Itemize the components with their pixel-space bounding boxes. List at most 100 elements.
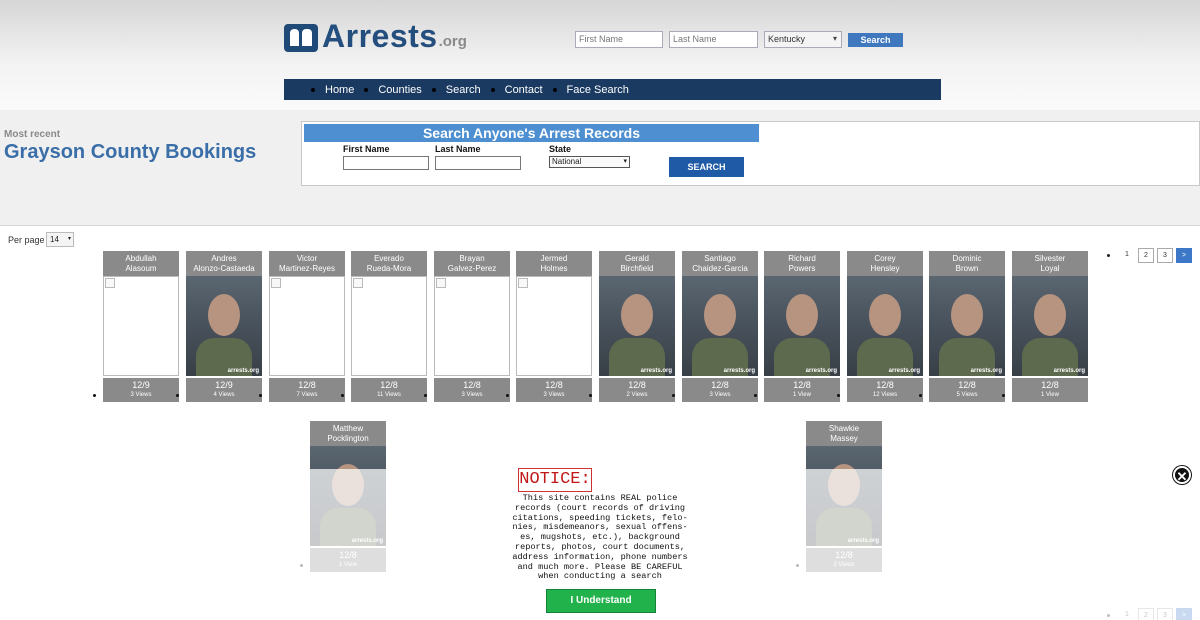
booking-last-name: Holmes: [540, 263, 568, 273]
mugshot-photo[interactable]: arrests.org: [186, 276, 262, 376]
booking-meta[interactable]: 12/8 3 Views: [434, 378, 510, 402]
header-first-name-input[interactable]: First Name: [575, 31, 663, 48]
booking-date: 12/8: [876, 380, 894, 390]
notice-text: This site contains REAL police records (…: [512, 493, 688, 582]
booking-name[interactable]: Silvester Loyal: [1012, 251, 1088, 276]
booking-views: 3 Views: [461, 392, 483, 398]
booking-name[interactable]: Santiago Chaidez-Garcia: [682, 251, 758, 276]
site-header: Arrests .org First Name Last Name Kentuc…: [0, 0, 1200, 110]
booking-card[interactable]: Corey Hensley arrests.org 12/8 12 Views: [847, 251, 923, 402]
mugshot-photo[interactable]: arrests.org: [1012, 276, 1088, 376]
booking-name[interactable]: Richard Powers: [764, 251, 840, 276]
pagination-top: 1 2 3 >: [1107, 248, 1192, 263]
mugshot-photo[interactable]: arrests.org: [764, 276, 840, 376]
nav-counties[interactable]: Counties: [378, 84, 421, 96]
booking-card[interactable]: Andres Alonzo-Castaeda arrests.org 12/9 4 Vi…: [186, 251, 262, 402]
mugshot-photo[interactable]: arrests.org: [929, 276, 1005, 376]
nav-home[interactable]: Home: [325, 84, 354, 96]
booking-name[interactable]: Gerald Birchfield: [599, 251, 675, 276]
booking-card[interactable]: Abdullah Alasoum 12/9 3 Views: [103, 251, 179, 402]
close-icon[interactable]: ✕: [1173, 466, 1191, 484]
booking-name[interactable]: Corey Hensley: [847, 251, 923, 276]
booking-views: 5 Views: [956, 392, 978, 398]
booking-first-name: Everado: [374, 254, 404, 263]
booking-card[interactable]: Dominic Brown arrests.org 12/8 5 Views: [929, 251, 1005, 402]
last-name-input[interactable]: [435, 156, 521, 170]
booking-views: 1 View: [793, 392, 811, 398]
list-bullet: [754, 394, 757, 397]
search-button[interactable]: SEARCH: [669, 157, 744, 177]
booking-meta[interactable]: 12/8 11 Views: [351, 378, 427, 402]
booking-name[interactable]: Andres Alonzo-Castaeda: [186, 251, 262, 276]
booking-card[interactable]: Brayan Galvez-Perez 12/8 3 Views: [434, 251, 510, 402]
header-search-button[interactable]: Search: [848, 33, 903, 47]
mugshot-photo[interactable]: [351, 276, 427, 376]
site-logo[interactable]: Arrests .org: [284, 20, 467, 52]
booking-meta[interactable]: 12/8 1 View: [1012, 378, 1088, 402]
mugshot-photo[interactable]: [516, 276, 592, 376]
booking-meta[interactable]: 12/8 3 Views: [516, 378, 592, 402]
booking-meta[interactable]: 12/8 7 Views: [269, 378, 345, 402]
booking-first-name: Andres: [211, 254, 237, 263]
booking-card[interactable]: Richard Powers arrests.org 12/8 1 View: [764, 251, 840, 402]
booking-meta[interactable]: 12/8 12 Views: [847, 378, 923, 402]
booking-card[interactable]: Santiago Chaidez-Garcia arrests.org 12/8 3 V…: [682, 251, 758, 402]
photo-watermark: arrests.org: [888, 368, 920, 374]
header-last-name-input[interactable]: Last Name: [669, 31, 758, 48]
booking-card[interactable]: Victor Martinez-Reyes 12/8 7 Views: [269, 251, 345, 402]
mugshot-photo[interactable]: [269, 276, 345, 376]
first-name-input[interactable]: [343, 156, 429, 170]
page-3[interactable]: 3: [1157, 248, 1173, 263]
booking-date: 12/8: [380, 380, 398, 390]
page-1[interactable]: 1: [1119, 248, 1135, 263]
booking-name[interactable]: Brayan Galvez-Perez: [434, 251, 510, 276]
booking-views: 3 Views: [709, 392, 731, 398]
nav-contact[interactable]: Contact: [505, 84, 543, 96]
header-state-value: Kentucky: [768, 34, 806, 44]
booking-meta[interactable]: 12/8 3 Views: [682, 378, 758, 402]
next-page-button[interactable]: >: [1176, 248, 1192, 263]
booking-card[interactable]: Gerald Birchfield arrests.org 12/8 2 Views: [599, 251, 675, 402]
booking-name[interactable]: Victor Martinez-Reyes: [269, 251, 345, 276]
nav-face-search[interactable]: Face Search: [567, 84, 629, 96]
broken-image-icon: [353, 278, 363, 288]
search-panel-heading: Search Anyone's Arrest Records: [304, 124, 759, 142]
booking-last-name: Chaidez-Garcia: [692, 263, 748, 273]
booking-last-name: Pocklington: [327, 433, 369, 443]
mugshot-photo[interactable]: [434, 276, 510, 376]
photo-watermark: arrests.org: [1053, 368, 1085, 374]
nav-search[interactable]: Search: [446, 84, 481, 96]
header-state-select[interactable]: Kentucky ▾: [764, 31, 842, 48]
booking-first-name: Shawkie: [828, 424, 860, 433]
booking-name[interactable]: Everado Rueda-Mora: [351, 251, 427, 276]
booking-date: 12/9: [215, 380, 233, 390]
mugshot-photo[interactable]: arrests.org: [599, 276, 675, 376]
booking-meta[interactable]: 12/8 1 View: [764, 378, 840, 402]
mugshot-photo[interactable]: arrests.org: [682, 276, 758, 376]
page-2[interactable]: 2: [1138, 248, 1154, 263]
mugshot-photo[interactable]: arrests.org: [847, 276, 923, 376]
list-bullet: [259, 394, 262, 397]
booking-name[interactable]: Matthew Pocklington: [310, 421, 386, 446]
booking-card[interactable]: Silvester Loyal arrests.org 12/8 1 View: [1012, 251, 1088, 402]
booking-meta[interactable]: 12/8 5 Views: [929, 378, 1005, 402]
booking-card[interactable]: Jermed Holmes 12/8 3 Views: [516, 251, 592, 402]
booking-views: 11 Views: [377, 392, 401, 398]
booking-first-name: Dominic: [952, 254, 982, 263]
list-bullet: [1002, 394, 1005, 397]
understand-button[interactable]: I Understand: [546, 589, 656, 613]
booking-name[interactable]: Jermed Holmes: [516, 251, 592, 276]
state-select[interactable]: National ▾: [549, 156, 630, 168]
booking-meta[interactable]: 12/9 4 Views: [186, 378, 262, 402]
nav-bullet: [364, 87, 369, 92]
booking-name[interactable]: Abdullah Alasoum: [103, 251, 179, 276]
photo-watermark: arrests.org: [805, 368, 837, 374]
per-page-select[interactable]: 14 ▾: [46, 232, 74, 247]
nav-bullet: [490, 87, 495, 92]
booking-meta[interactable]: 12/9 3 Views: [103, 378, 179, 402]
booking-meta[interactable]: 12/8 2 Views: [599, 378, 675, 402]
mugshot-photo[interactable]: [103, 276, 179, 376]
booking-card[interactable]: Everado Rueda-Mora 12/8 11 Views: [351, 251, 427, 402]
booking-name[interactable]: Shawkie Massey: [806, 421, 882, 446]
booking-name[interactable]: Dominic Brown: [929, 251, 1005, 276]
